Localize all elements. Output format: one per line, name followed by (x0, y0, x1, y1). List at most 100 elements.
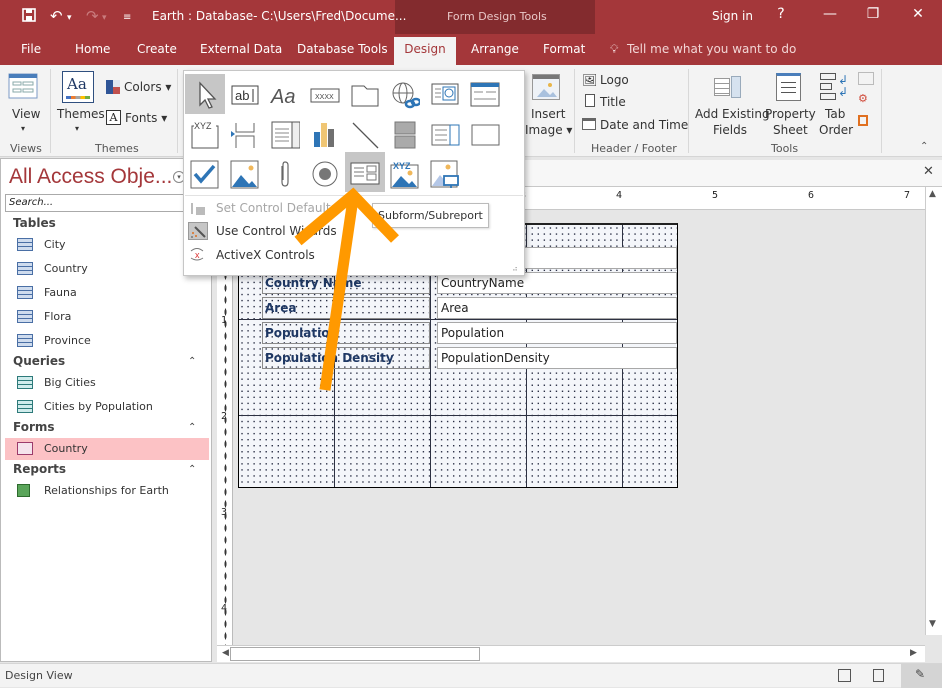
control-page-break[interactable] (225, 114, 265, 154)
collapse-ribbon-icon[interactable]: ⌃ (920, 141, 928, 152)
tab-order-icon[interactable]: ↲ ↲ (820, 73, 848, 101)
themes-label[interactable]: Themes (57, 106, 105, 122)
tab-external-data[interactable]: External Data (200, 42, 282, 56)
nav-search-input[interactable]: Search... (5, 194, 208, 212)
control-list-box[interactable] (425, 114, 465, 154)
add-existing-fields-label[interactable]: Add Existing (695, 106, 770, 122)
control-chart[interactable] (305, 114, 345, 154)
undo-icon[interactable]: ↶ (50, 8, 63, 24)
insert-image-label-2[interactable]: Image ▾ (525, 122, 572, 138)
date-time-button[interactable]: Date and Time (600, 117, 688, 133)
control-select[interactable] (185, 74, 225, 114)
collapse-queries-icon[interactable]: ⌃ (188, 356, 196, 367)
help-button[interactable]: ? (766, 6, 796, 26)
view-label[interactable]: View (12, 106, 40, 122)
nav-group-reports[interactable]: Reports (13, 462, 66, 476)
colors-button[interactable]: Colors ▾ (124, 79, 171, 95)
restore-button[interactable]: ❐ (858, 6, 888, 26)
form-view-icon[interactable] (838, 669, 851, 682)
view-dropdown-icon[interactable]: ▾ (21, 121, 25, 137)
property-sheet-label[interactable]: Property (765, 106, 816, 122)
insert-image-label[interactable]: Insert (531, 106, 565, 122)
nav-item-country-form[interactable]: Country (5, 438, 209, 460)
horizontal-scroll-thumb[interactable] (230, 647, 480, 661)
tab-order-label-2[interactable]: Order (819, 122, 853, 138)
logo-button[interactable]: Logo (600, 72, 629, 88)
resize-grip-icon[interactable]: ⠴ (512, 264, 518, 273)
themes-icon[interactable]: Aa (62, 71, 94, 103)
nav-item-flora[interactable]: Flora (5, 306, 209, 328)
control-text-box[interactable]: ab (225, 74, 265, 114)
fonts-button[interactable]: Fonts ▾ (125, 110, 167, 126)
collapse-reports-icon[interactable]: ⌃ (188, 464, 196, 475)
tab-design[interactable]: Design (394, 37, 456, 65)
tab-database-tools[interactable]: Database Tools (297, 42, 388, 56)
title-button[interactable]: Title (600, 94, 626, 110)
add-existing-fields-label-2[interactable]: Fields (713, 122, 747, 138)
sign-in-link[interactable]: Sign in (712, 9, 753, 23)
nav-item-country-table[interactable]: Country (5, 258, 209, 280)
horizontal-scrollbar[interactable]: ◀ ▶ (217, 645, 925, 662)
nav-group-forms[interactable]: Forms (13, 420, 55, 434)
property-sheet-label-2[interactable]: Sheet (773, 122, 808, 138)
control-tab[interactable] (345, 74, 385, 114)
nav-group-tables[interactable]: Tables (13, 216, 56, 230)
tab-home[interactable]: Home (75, 42, 110, 56)
nav-group-queries[interactable]: Queries (13, 354, 65, 368)
field-control-population[interactable]: Population (437, 322, 677, 344)
design-view-button[interactable]: ✎ (901, 664, 942, 688)
customize-toolbar-icon[interactable]: ≡ (123, 10, 131, 26)
nav-item-city[interactable]: City (5, 234, 209, 256)
query-icon (17, 400, 33, 413)
property-sheet-icon[interactable] (776, 73, 801, 101)
scroll-right-icon[interactable]: ▶ (910, 648, 917, 658)
control-hyperlink[interactable] (385, 74, 425, 114)
close-document-icon[interactable]: ✕ (923, 164, 934, 179)
insert-image-icon[interactable] (532, 74, 560, 100)
undo-dropdown-icon[interactable]: ▾ (67, 10, 72, 26)
control-navigation[interactable] (465, 74, 505, 114)
tab-arrange[interactable]: Arrange (471, 42, 519, 56)
tab-order-label[interactable]: Tab (825, 106, 845, 122)
table-icon (17, 310, 33, 323)
save-icon[interactable] (22, 8, 36, 25)
add-existing-fields-icon[interactable] (714, 76, 742, 98)
nav-item-relationships-report[interactable]: Relationships for Earth (5, 480, 209, 502)
control-label[interactable]: Aa (265, 74, 305, 114)
control-rectangle[interactable] (465, 114, 505, 154)
control-image[interactable] (425, 154, 465, 194)
vertical-scrollbar[interactable]: ▲ ▼ (925, 187, 942, 635)
control-combo-box[interactable] (265, 114, 305, 154)
collapse-forms-icon[interactable]: ⌃ (188, 422, 196, 433)
control-toggle-button[interactable] (385, 114, 425, 154)
line-icon (352, 122, 379, 149)
control-check-box[interactable] (185, 154, 225, 194)
layout-view-icon[interactable] (873, 669, 884, 682)
control-unbound-object-frame[interactable] (225, 154, 265, 194)
tab-format[interactable]: Format (543, 42, 585, 56)
close-button[interactable]: ✕ (903, 6, 933, 26)
control-web-browser[interactable] (425, 74, 465, 114)
field-control-area[interactable]: Area (437, 297, 677, 319)
scroll-down-icon[interactable]: ▼ (929, 619, 936, 629)
scroll-up-icon[interactable]: ▲ (929, 189, 936, 199)
minimize-button[interactable]: — (815, 6, 845, 26)
view-code-icon[interactable]: ⚙ (858, 92, 868, 105)
navigation-pane: All Access Obje... ▾ Search... Tables Ci… (0, 158, 212, 662)
control-line[interactable] (345, 114, 385, 154)
control-button[interactable]: XXXX (305, 74, 345, 114)
nav-item-big-cities[interactable]: Big Cities (5, 372, 209, 394)
tab-file[interactable]: File (21, 42, 41, 56)
nav-item-cities-by-population[interactable]: Cities by Population (5, 396, 209, 418)
themes-dropdown-icon[interactable]: ▾ (75, 121, 79, 137)
nav-item-province[interactable]: Province (5, 330, 209, 352)
view-button[interactable] (8, 73, 38, 102)
convert-macros-icon[interactable] (858, 115, 868, 126)
control-option-group[interactable]: XYZ (185, 114, 225, 154)
tell-me-search[interactable]: Tell me what you want to do (627, 42, 796, 56)
nav-pane-title[interactable]: All Access Obje... (9, 165, 172, 189)
nav-item-fauna[interactable]: Fauna (5, 282, 209, 304)
field-control-population-density[interactable]: PopulationDensity (437, 347, 677, 369)
tab-create[interactable]: Create (137, 42, 177, 56)
scroll-left-icon[interactable]: ◀ (222, 648, 229, 658)
